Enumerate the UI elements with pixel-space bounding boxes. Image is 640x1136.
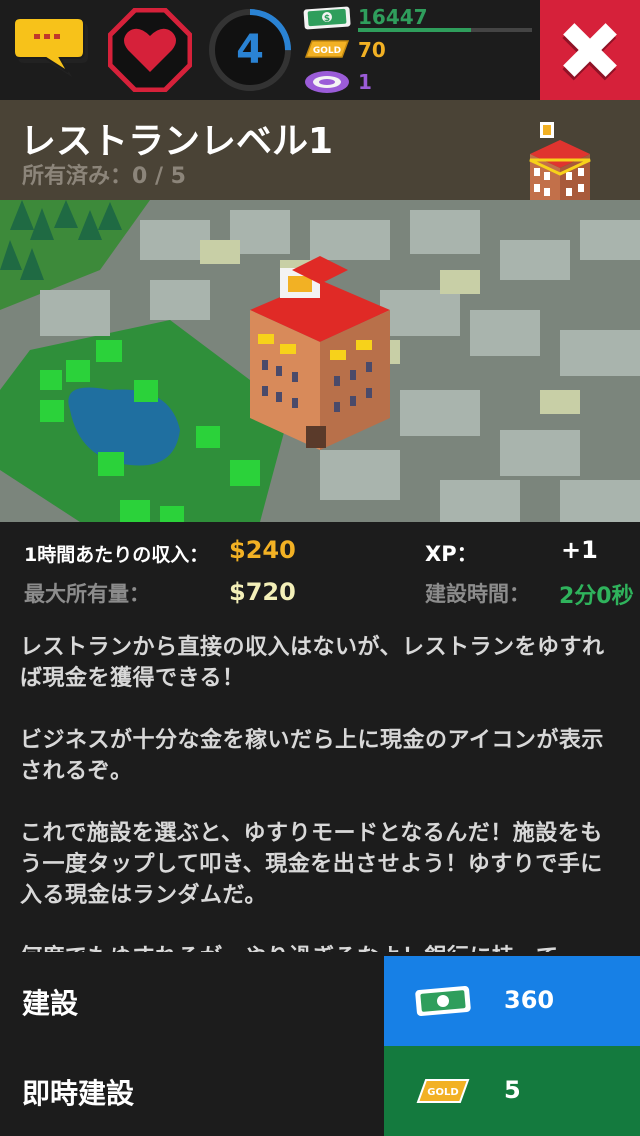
description-paragraph: これで施設を選ぶと、ゆすりモードとなるんだ！施設をもう一度タップして叩き、現金を…	[20, 821, 603, 908]
building-title: レストランレベル1	[20, 121, 334, 162]
max-holding-label: 最大所有量：	[24, 582, 150, 606]
xp-value: +1	[561, 536, 598, 564]
instant-build-label: 即時建設	[22, 1077, 135, 1110]
city-scene	[0, 200, 640, 522]
gold-icon: GOLD	[304, 40, 350, 58]
gold-value: 70	[358, 38, 386, 62]
top-hud: 4 $ 16447 GOLD 70 1	[0, 0, 640, 100]
chat-icon[interactable]	[10, 16, 90, 78]
svg-text:GOLD: GOLD	[427, 1087, 458, 1098]
build-time-value: 2分0秒	[559, 584, 634, 609]
gold-icon: GOLD	[416, 1079, 470, 1103]
description-paragraph: レストランから直接の収入はないが、レストランをゆすれば現金を獲得できる！	[20, 635, 605, 691]
build-price: 360	[504, 986, 555, 1014]
build-with-cash-button[interactable]: 360	[384, 956, 640, 1046]
owned-count: 所有済み：0 / 5	[22, 164, 186, 189]
cash-value: 16447	[358, 5, 428, 29]
close-icon[interactable]	[540, 0, 640, 100]
close-button[interactable]	[540, 0, 640, 100]
cash-progress-bar	[358, 28, 532, 32]
build-label: 建設	[22, 987, 79, 1020]
description-text: レストランから直接の収入はないが、レストランをゆすれば現金を獲得できる！ ビジネ…	[20, 632, 620, 952]
description-paragraph: 何度でもゆすれるが、やり過ぎるなよ！銀行に持って	[20, 942, 620, 952]
instant-build-row: 即時建設 GOLD 5	[0, 1046, 640, 1136]
heart-icon[interactable]	[108, 8, 192, 92]
build-time-label: 建設時間：	[425, 582, 530, 606]
chip-counter: 1	[302, 68, 372, 96]
building-stats: 1時間あたりの収入： $240 XP： +1 最大所有量： $720 建設時間：…	[0, 522, 640, 622]
cash-icon	[415, 986, 471, 1016]
income-label: 1時間あたりの収入：	[24, 544, 209, 566]
building-preview-image	[0, 200, 640, 522]
level-number: 4	[236, 27, 264, 73]
instant-build-price: 5	[504, 1076, 521, 1104]
description-paragraph: ビジネスが十分な金を稼いだら上に現金のアイコンが表示されるぞ。	[20, 728, 604, 784]
chip-icon	[305, 71, 349, 93]
cash-icon: $	[303, 6, 351, 30]
svg-text:GOLD: GOLD	[313, 46, 341, 56]
build-row: 建設 360	[0, 956, 640, 1046]
chip-value: 1	[358, 70, 372, 94]
cash-progress-fill	[358, 28, 472, 32]
income-value: $240	[229, 536, 296, 564]
xp-label: XP：	[425, 542, 478, 566]
instant-build-gold-button[interactable]: GOLD 5	[384, 1046, 640, 1136]
max-holding-value: $720	[229, 578, 296, 606]
gold-counter: GOLD 70	[302, 36, 386, 64]
svg-text:$: $	[324, 14, 330, 24]
cash-counter: $ 16447	[302, 3, 428, 31]
